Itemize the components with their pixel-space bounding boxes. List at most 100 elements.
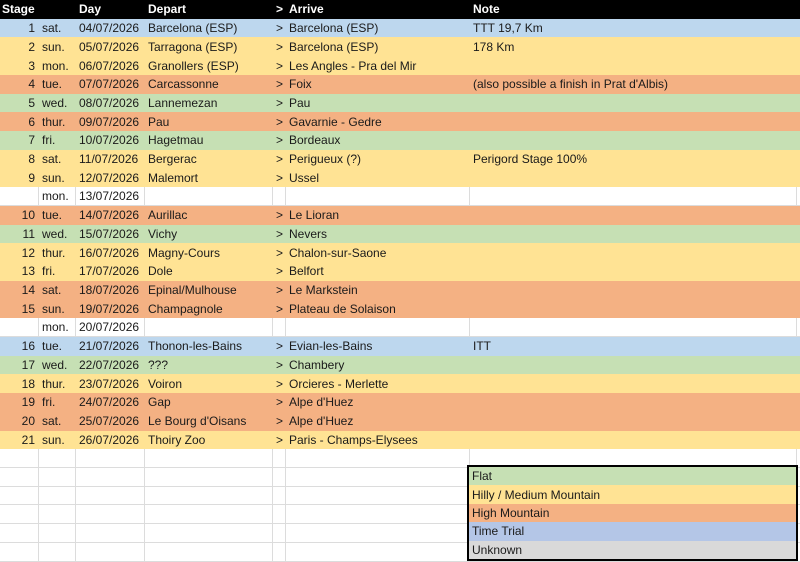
depart-cell[interactable]: Tarragona (ESP) — [145, 37, 273, 56]
stage-cell[interactable]: 15 — [0, 300, 39, 319]
stage-cell[interactable]: 3 — [0, 56, 39, 75]
date-cell[interactable] — [76, 487, 145, 506]
date-cell[interactable]: 18/07/2026 — [76, 281, 145, 300]
legend-item[interactable]: Time Trial — [469, 522, 796, 540]
legend-item[interactable]: High Mountain — [469, 504, 796, 522]
day-cell[interactable]: thur. — [39, 243, 76, 262]
day-cell[interactable]: thur. — [39, 374, 76, 393]
arrow-cell[interactable]: > — [273, 412, 286, 431]
day-cell[interactable]: fri. — [39, 262, 76, 281]
day-cell[interactable] — [39, 543, 76, 562]
arrow-cell[interactable]: > — [273, 281, 286, 300]
stage-cell[interactable] — [0, 505, 39, 524]
arrow-cell[interactable]: > — [273, 206, 286, 225]
arrive-cell[interactable] — [286, 318, 470, 337]
date-cell[interactable] — [76, 543, 145, 562]
day-cell[interactable]: wed. — [39, 356, 76, 375]
arrive-cell[interactable]: Le Markstein — [286, 281, 470, 300]
note-cell[interactable] — [470, 356, 797, 375]
day-cell[interactable] — [39, 468, 76, 487]
day-cell[interactable]: tue. — [39, 75, 76, 94]
arrow-cell[interactable]: > — [273, 337, 286, 356]
depart-cell[interactable]: Champagnole — [145, 300, 273, 319]
arrow-cell[interactable]: > — [273, 300, 286, 319]
arrive-cell[interactable]: Le Lioran — [286, 206, 470, 225]
stage-cell[interactable]: 6 — [0, 112, 39, 131]
depart-cell[interactable] — [145, 187, 273, 206]
depart-cell[interactable]: Granollers (ESP) — [145, 56, 273, 75]
depart-cell[interactable]: ??? — [145, 356, 273, 375]
stage-cell[interactable] — [0, 318, 39, 337]
stage-cell[interactable]: 21 — [0, 431, 39, 450]
arrive-cell[interactable] — [286, 524, 470, 543]
date-cell[interactable] — [76, 468, 145, 487]
date-cell[interactable]: 10/07/2026 — [76, 131, 145, 150]
note-cell[interactable] — [470, 187, 797, 206]
date-cell[interactable]: 05/07/2026 — [76, 37, 145, 56]
date-cell[interactable]: 23/07/2026 — [76, 374, 145, 393]
stage-cell[interactable]: 20 — [0, 412, 39, 431]
legend-item[interactable]: Flat — [469, 467, 796, 485]
date-cell[interactable]: 15/07/2026 — [76, 225, 145, 244]
arrive-cell[interactable] — [286, 468, 470, 487]
day-cell[interactable]: tue. — [39, 206, 76, 225]
arrow-cell[interactable]: > — [273, 374, 286, 393]
stage-cell[interactable]: 12 — [0, 243, 39, 262]
arrow-cell[interactable] — [273, 187, 286, 206]
arrive-cell[interactable]: Bordeaux — [286, 131, 470, 150]
arrive-cell[interactable]: Les Angles - Pra del Mir — [286, 56, 470, 75]
day-cell[interactable]: wed. — [39, 225, 76, 244]
arrow-cell[interactable]: > — [273, 225, 286, 244]
note-cell[interactable]: Perigord Stage 100% — [470, 150, 797, 169]
stage-cell[interactable]: 4 — [0, 75, 39, 94]
depart-cell[interactable]: Malemort — [145, 168, 273, 187]
day-cell[interactable] — [39, 487, 76, 506]
note-cell[interactable] — [470, 206, 797, 225]
arrive-cell[interactable] — [286, 487, 470, 506]
stage-cell[interactable]: 10 — [0, 206, 39, 225]
stage-cell[interactable]: 14 — [0, 281, 39, 300]
day-cell[interactable] — [39, 449, 76, 468]
depart-cell[interactable]: Gap — [145, 393, 273, 412]
day-cell[interactable]: thur. — [39, 112, 76, 131]
note-cell[interactable] — [470, 431, 797, 450]
stage-cell[interactable]: 17 — [0, 356, 39, 375]
note-cell[interactable] — [470, 262, 797, 281]
depart-cell[interactable]: Le Bourg d'Oisans — [145, 412, 273, 431]
date-cell[interactable]: 04/07/2026 — [76, 19, 145, 38]
arrive-cell[interactable] — [286, 187, 470, 206]
arrow-cell[interactable]: > — [273, 262, 286, 281]
date-cell[interactable]: 14/07/2026 — [76, 206, 145, 225]
arrow-cell[interactable] — [273, 318, 286, 337]
arrive-cell[interactable] — [286, 449, 470, 468]
stage-cell[interactable] — [0, 468, 39, 487]
arrow-cell[interactable]: > — [273, 19, 286, 38]
arrive-cell[interactable]: Orcieres - Merlette — [286, 374, 470, 393]
arrive-cell[interactable]: Foix — [286, 75, 470, 94]
date-cell[interactable]: 26/07/2026 — [76, 431, 145, 450]
note-cell[interactable] — [470, 374, 797, 393]
arrive-cell[interactable]: Perigueux (?) — [286, 150, 470, 169]
stage-cell[interactable]: 11 — [0, 225, 39, 244]
stage-cell[interactable] — [0, 543, 39, 562]
day-cell[interactable]: fri. — [39, 131, 76, 150]
note-cell[interactable]: (also possible a finish in Prat d'Albis) — [470, 75, 797, 94]
day-cell[interactable]: sun. — [39, 37, 76, 56]
arrive-cell[interactable]: Paris - Champs-Elysees — [286, 431, 470, 450]
note-cell[interactable] — [470, 112, 797, 131]
depart-cell[interactable]: Hagetmau — [145, 131, 273, 150]
arrow-cell[interactable] — [273, 505, 286, 524]
date-cell[interactable]: 17/07/2026 — [76, 262, 145, 281]
date-cell[interactable]: 20/07/2026 — [76, 318, 145, 337]
arrow-cell[interactable] — [273, 487, 286, 506]
day-cell[interactable]: sun. — [39, 300, 76, 319]
arrive-cell[interactable]: Nevers — [286, 225, 470, 244]
depart-cell[interactable]: Epinal/Mulhouse — [145, 281, 273, 300]
date-cell[interactable]: 22/07/2026 — [76, 356, 145, 375]
day-cell[interactable] — [39, 524, 76, 543]
stage-cell[interactable] — [0, 187, 39, 206]
day-cell[interactable]: sat. — [39, 19, 76, 38]
arrow-cell[interactable] — [273, 543, 286, 562]
stage-cell[interactable] — [0, 524, 39, 543]
date-cell[interactable]: 24/07/2026 — [76, 393, 145, 412]
